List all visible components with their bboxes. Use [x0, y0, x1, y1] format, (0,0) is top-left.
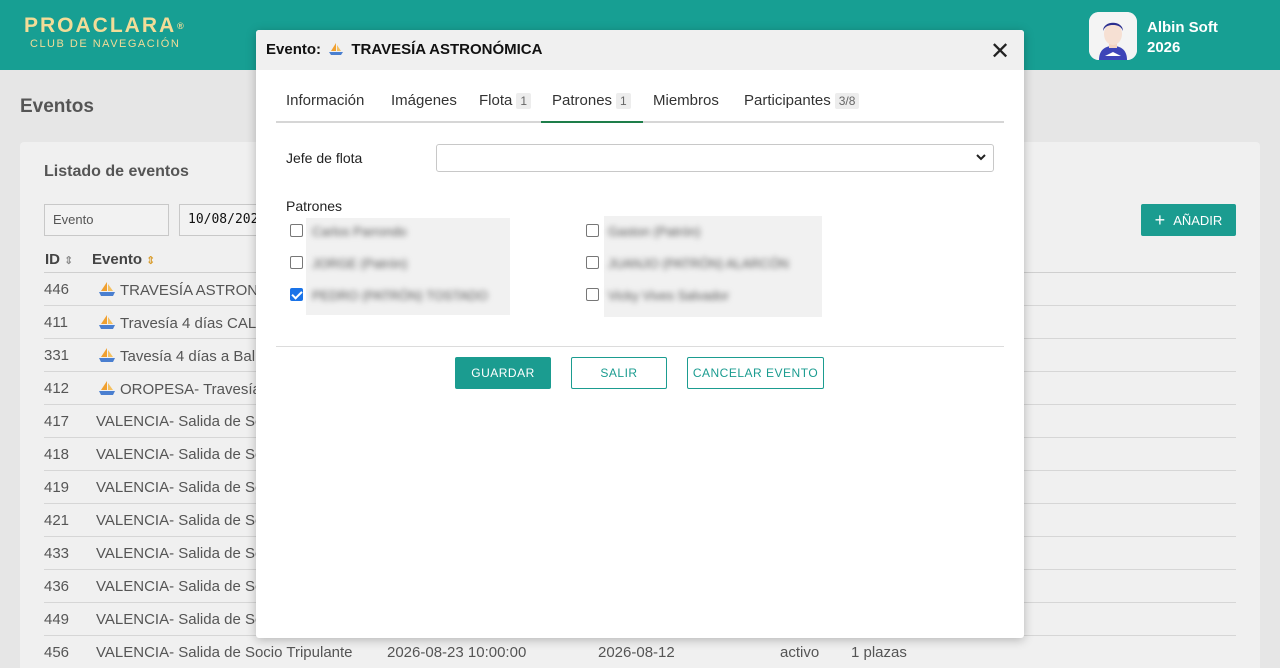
table-row[interactable]: 456 VALENCIA- Salida de Socio Tripulante 2… — [44, 636, 1236, 668]
patron-name: Gaston (Patrón) — [608, 224, 701, 239]
row-event: VALENCIA- Salida de Soc — [96, 578, 271, 595]
tab-flota[interactable]: Flota 1 — [479, 92, 532, 123]
patron-checkbox-1[interactable] — [290, 224, 303, 237]
row-event: TRAVESÍA ASTRONÓ — [98, 281, 270, 299]
patrones-label: Patrones — [286, 198, 343, 214]
row-id: 456 — [44, 644, 70, 661]
add-event-button[interactable]: + AÑADIR — [1141, 204, 1236, 236]
patron-name: JUANJO (PATRÓN) ALARCÓN — [608, 256, 789, 271]
modal-divider — [276, 346, 1004, 347]
tab-participantes[interactable]: Participantes 3/8 — [744, 92, 860, 123]
cancel-event-button[interactable]: CANCELAR EVENTO — [687, 357, 824, 389]
row-event: OROPESA- Travesía — [98, 380, 261, 398]
patron-name: PEDRO (PATRÓN) TOSTADO — [312, 288, 488, 303]
sailboat-icon — [329, 43, 344, 55]
row-id: 433 — [44, 545, 70, 562]
row-event: Tavesía 4 días a Bal — [98, 347, 255, 365]
patron-checkbox-2[interactable] — [290, 256, 303, 269]
avatar-person-icon — [1089, 12, 1137, 60]
sailboat-icon — [99, 282, 115, 296]
jefe-flota-label: Jefe de flota — [286, 150, 363, 166]
row-event: VALENCIA- Salida de Soc — [96, 545, 271, 562]
patron-checkbox-3[interactable] — [290, 288, 303, 301]
row-date: 2026-08-12 — [598, 644, 675, 661]
row-id: 412 — [44, 380, 70, 397]
modal-tabs: Información Imágenes Flota 1 Patrones 1 Mi… — [276, 90, 1004, 123]
modal-header: Evento: TRAVESÍA ASTRONÓMICA ✕ — [256, 30, 1024, 70]
jefe-flota-select[interactable] — [436, 144, 994, 172]
user-avatar[interactable] — [1089, 12, 1137, 60]
row-id: 421 — [44, 512, 70, 529]
user-name[interactable]: Albin Soft 2026 — [1147, 18, 1218, 58]
column-header-id[interactable]: ID ⇕ — [45, 251, 73, 268]
page-title: Eventos — [20, 96, 94, 117]
row-event: VALENCIA- Salida de Soc — [96, 512, 271, 529]
club-logo[interactable]: PROACLARA® CLUB DE NAVEGACIÓN — [24, 15, 186, 51]
row-event: VALENCIA- Salida de Soc — [96, 611, 271, 628]
patron-name: Carlos Parrondo — [312, 224, 407, 239]
row-event: VALENCIA- Salida de Socio Tripulante — [96, 644, 353, 661]
row-id: 419 — [44, 479, 70, 496]
patron-name: JORGE (Patrón) — [312, 256, 408, 271]
plus-icon: + — [1154, 210, 1166, 230]
close-icon[interactable]: ✕ — [988, 40, 1012, 64]
row-start: 2026-08-23 10:00:00 — [387, 644, 527, 661]
row-id: 446 — [44, 281, 70, 298]
row-id: 436 — [44, 578, 70, 595]
patron-checkbox-6[interactable] — [586, 288, 599, 301]
row-id: 411 — [44, 314, 68, 331]
list-title: Listado de eventos — [44, 163, 189, 180]
tab-patrones[interactable]: Patrones 1 — [541, 92, 643, 123]
event-filter-input[interactable]: Evento — [44, 204, 169, 236]
logo-sub-text: CLUB DE NAVEGACIÓN — [30, 38, 181, 50]
row-event: VALENCIA- Salida de Soc — [96, 413, 271, 430]
row-event: VALENCIA- Salida de Soc — [96, 446, 271, 463]
sort-icon: ⇕ — [64, 255, 74, 267]
tab-badge: 1 — [616, 93, 631, 109]
column-header-event[interactable]: Evento ⇕ — [92, 251, 155, 268]
tab-badge: 1 — [516, 93, 532, 109]
modal-title: Evento: TRAVESÍA ASTRONÓMICA — [266, 41, 543, 58]
row-id: 449 — [44, 611, 70, 628]
tab-imagenes[interactable]: Imágenes — [391, 92, 457, 123]
tab-informacion[interactable]: Información — [286, 92, 364, 123]
sailboat-icon — [99, 348, 115, 362]
row-event: Travesía 4 días CAL — [98, 314, 256, 332]
sailboat-icon — [99, 315, 115, 329]
patron-checkbox-4[interactable] — [586, 224, 599, 237]
exit-button[interactable]: SALIR — [571, 357, 667, 389]
row-event: VALENCIA- Salida de Soc — [96, 479, 271, 496]
sort-icon: ⇕ — [146, 255, 156, 267]
row-id: 417 — [44, 413, 70, 430]
save-button[interactable]: GUARDAR — [455, 357, 551, 389]
row-id: 418 — [44, 446, 70, 463]
chevron-down-icon — [976, 154, 986, 161]
sailboat-icon — [99, 381, 115, 395]
tab-miembros[interactable]: Miembros — [653, 92, 719, 123]
tab-badge: 3/8 — [834, 93, 860, 109]
logo-main-text: PROACLARA® — [24, 14, 186, 37]
row-seats: 1 plazas — [851, 644, 907, 661]
event-modal: Evento: TRAVESÍA ASTRONÓMICA ✕ Informaci… — [256, 30, 1024, 638]
patron-checkbox-5[interactable] — [586, 256, 599, 269]
row-status: activo — [780, 644, 820, 661]
row-id: 331 — [44, 347, 70, 364]
patron-name: Vicky Vives Salvador — [608, 288, 729, 303]
